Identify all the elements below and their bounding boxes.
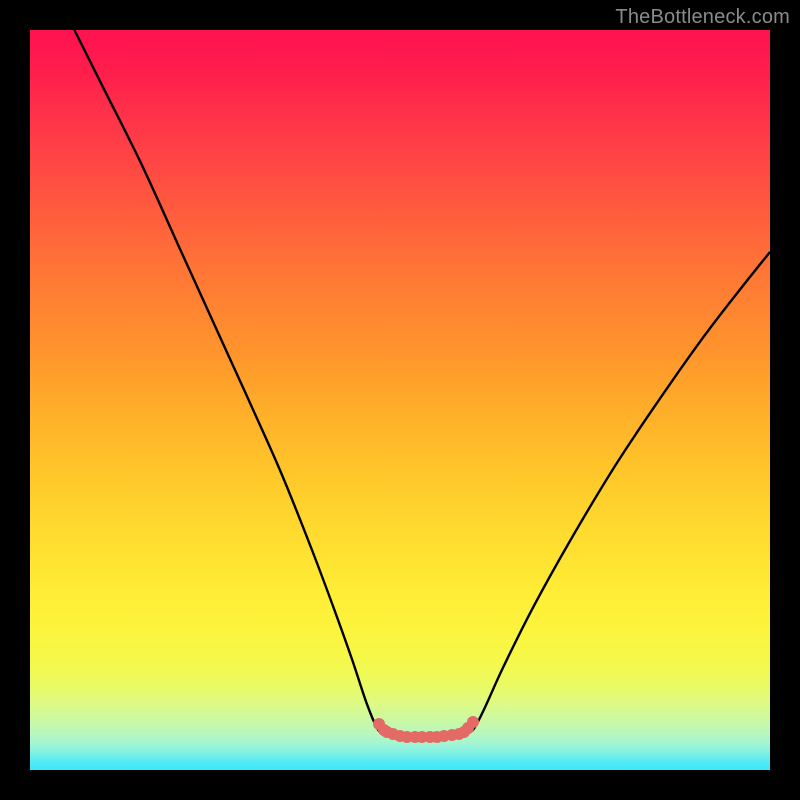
plot-area (30, 30, 770, 770)
bottleneck-marker (467, 716, 479, 728)
watermark-text: TheBottleneck.com (615, 6, 790, 29)
marker-layer (30, 30, 770, 770)
chart-stage: TheBottleneck.com (0, 0, 800, 800)
